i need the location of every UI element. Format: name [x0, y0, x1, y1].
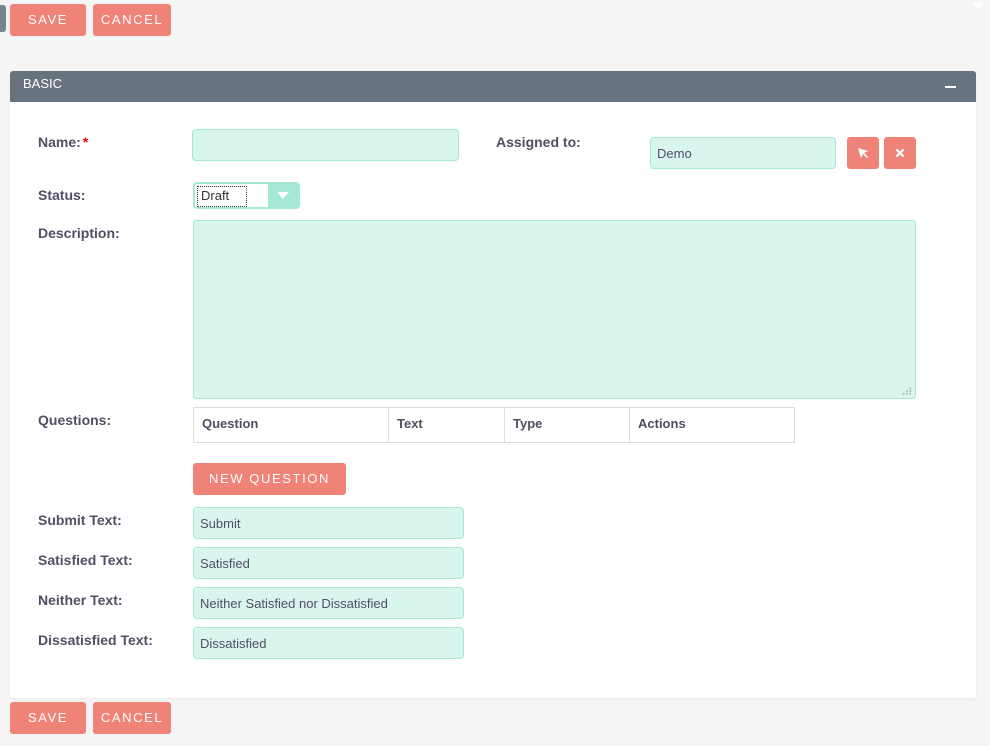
neither-text-input[interactable]: Neither Satisfied nor Dissatisfied — [193, 587, 464, 619]
status-label: Status: — [38, 187, 86, 203]
name-label: Name: * — [38, 134, 88, 150]
column-header-question: Question — [194, 408, 389, 442]
clear-user-button[interactable] — [884, 137, 916, 169]
close-icon — [895, 148, 905, 158]
neither-text-label: Neither Text: — [38, 592, 123, 608]
new-question-button[interactable]: NEW QUESTION — [193, 463, 346, 495]
satisfied-text-label: Satisfied Text: — [38, 552, 133, 568]
name-input[interactable] — [192, 129, 459, 161]
submit-text-input[interactable]: Submit — [193, 507, 464, 539]
resize-handle-icon[interactable] — [900, 387, 912, 397]
cancel-button-bottom[interactable]: CANCEL — [93, 702, 171, 734]
survey-edit-page: SAVE CANCEL BASIC Name: * Assigned to: De… — [0, 0, 990, 746]
save-button-top[interactable]: SAVE — [10, 4, 86, 36]
caret-down-icon[interactable] — [972, 3, 984, 9]
panel-title: BASIC — [23, 76, 63, 91]
cancel-button-top[interactable]: CANCEL — [93, 4, 171, 36]
status-dropdown-toggle[interactable] — [268, 184, 298, 207]
select-user-button[interactable] — [847, 137, 879, 169]
name-label-text: Name: — [38, 134, 81, 150]
column-header-text: Text — [389, 408, 505, 442]
minus-icon[interactable] — [945, 86, 956, 88]
column-header-type: Type — [505, 408, 630, 442]
cursor-arrow-icon — [858, 148, 868, 158]
required-mark: * — [82, 134, 89, 150]
dissatisfied-text-label: Dissatisfied Text: — [38, 632, 153, 648]
assigned-to-input[interactable]: Demo — [650, 137, 836, 169]
column-header-actions: Actions — [638, 416, 686, 431]
satisfied-text-input[interactable]: Satisfied — [193, 547, 464, 579]
chevron-down-icon — [277, 192, 289, 199]
dissatisfied-text-input[interactable]: Dissatisfied — [193, 627, 464, 659]
questions-label: Questions: — [38, 412, 112, 428]
questions-table: Question Text Type Actions — [193, 407, 795, 443]
sidebar-toggle-tab[interactable] — [0, 5, 6, 32]
submit-text-label: Submit Text: — [38, 512, 122, 528]
assigned-to-label: Assigned to: — [496, 134, 581, 150]
description-label: Description: — [38, 225, 120, 241]
status-selected-value: Draft — [197, 186, 247, 207]
status-select[interactable]: Draft — [193, 182, 300, 209]
save-button-bottom[interactable]: SAVE — [10, 702, 86, 734]
panel-header[interactable]: BASIC — [10, 71, 976, 102]
description-textarea[interactable] — [193, 220, 916, 399]
